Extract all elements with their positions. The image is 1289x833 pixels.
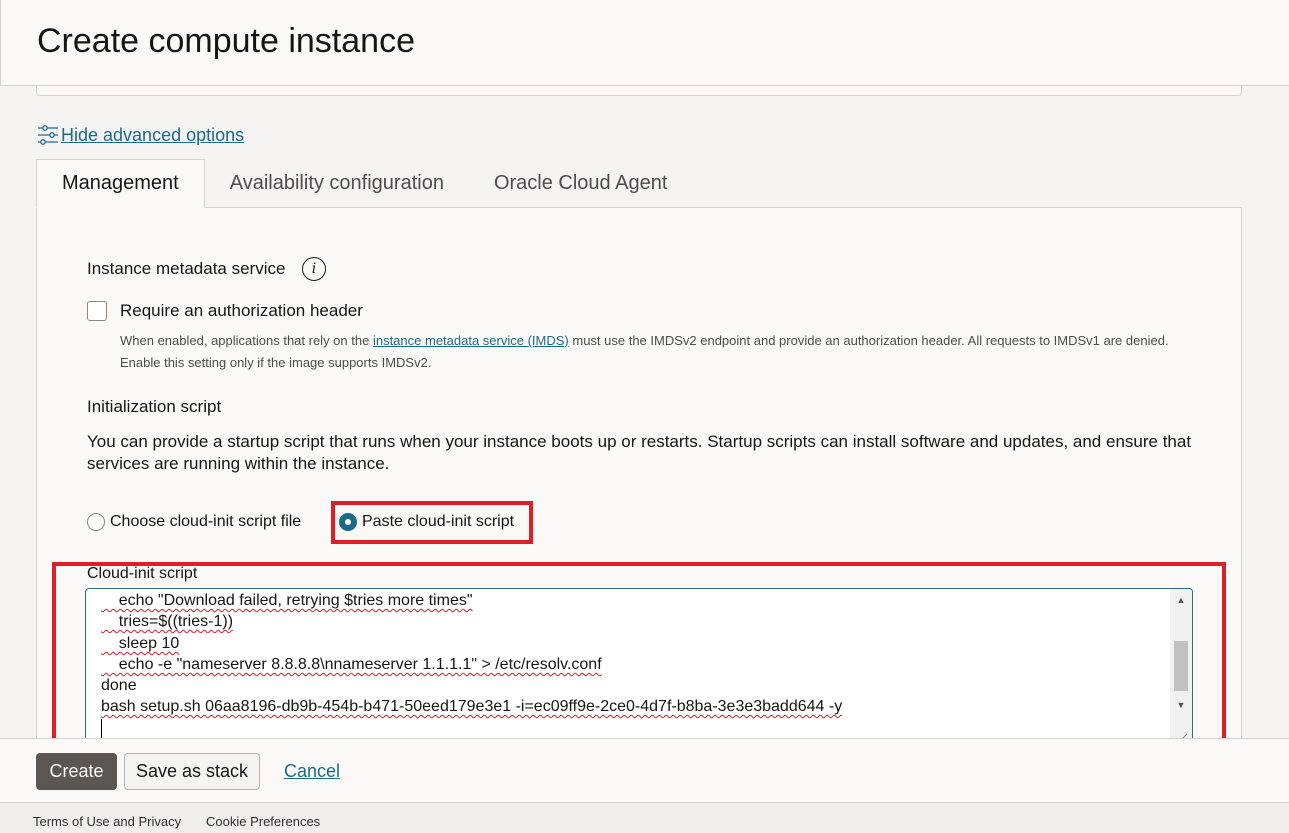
terms-link[interactable]: Terms of Use and Privacy: [33, 814, 181, 829]
radio-paste-script[interactable]: Paste cloud-init script: [339, 511, 514, 533]
radio-choose-file-button[interactable]: [87, 513, 105, 531]
scroll-up-arrow-icon[interactable]: ▲: [1170, 591, 1192, 609]
cloud-init-script-label: Cloud-init script: [87, 565, 198, 582]
cloud-init-script-textarea[interactable]: echo "Download failed, retrying $tries m…: [85, 588, 1193, 748]
require-auth-header-checkbox[interactable]: [87, 301, 107, 321]
text-caret: [101, 719, 102, 739]
imds-link[interactable]: instance metadata service (IMDS): [373, 333, 569, 348]
tab-management[interactable]: Management: [36, 159, 205, 208]
hide-advanced-options-link[interactable]: Hide advanced options: [61, 125, 244, 146]
textarea-scrollbar[interactable]: ▲ ▼: [1170, 589, 1192, 747]
cancel-button[interactable]: Cancel: [282, 753, 342, 790]
create-button[interactable]: Create: [36, 753, 117, 790]
radio-paste-script-label[interactable]: Paste cloud-init script: [362, 513, 514, 531]
info-icon[interactable]: i: [302, 257, 326, 281]
sliders-icon: [38, 125, 58, 145]
page-title: Create compute instance: [37, 22, 415, 60]
script-line: echo -e "nameserver 8.8.8.8\nnameserver …: [101, 656, 602, 673]
script-line: echo "Download failed, retrying $tries m…: [101, 592, 473, 609]
page: Create compute instance Hide advanced op…: [0, 0, 1289, 833]
require-auth-header-label[interactable]: Require an authorization header: [120, 301, 363, 321]
scroll-thumb[interactable]: [1174, 641, 1188, 691]
script-line: sleep 10: [101, 635, 180, 652]
script-line: done: [101, 677, 137, 694]
script-line: tries=$((tries-1)): [101, 613, 234, 630]
action-footer: Create Save as stack Cancel: [0, 738, 1289, 802]
tab-oracle-cloud-agent[interactable]: Oracle Cloud Agent: [469, 159, 692, 208]
imds-help-text: When enabled, applications that rely on …: [120, 330, 1200, 374]
radio-paste-script-button[interactable]: [339, 513, 357, 531]
scroll-down-arrow-icon[interactable]: ▼: [1170, 696, 1192, 714]
save-as-stack-button[interactable]: Save as stack: [124, 753, 260, 790]
tab-availability-configuration[interactable]: Availability configuration: [205, 159, 469, 208]
previous-section-panel: [36, 86, 1242, 96]
tab-bar: Management Availability configuration Or…: [36, 159, 692, 208]
metadata-service-heading: Instance metadata service: [87, 259, 286, 278]
initialization-script-heading: Initialization script: [87, 397, 222, 416]
radio-choose-file[interactable]: Choose cloud-init script file: [87, 511, 301, 533]
radio-choose-file-label[interactable]: Choose cloud-init script file: [110, 513, 301, 531]
help-text-start: When enabled, applications that rely on …: [120, 333, 373, 348]
initialization-script-description: You can provide a startup script that ru…: [87, 432, 1192, 473]
page-footer: Terms of Use and Privacy Cookie Preferen…: [0, 802, 1289, 833]
page-header: Create compute instance: [0, 0, 1289, 86]
hide-advanced-options-toggle[interactable]: Hide advanced options: [37, 123, 244, 147]
script-line: bash setup.sh 06aa8196-db9b-454b-b471-50…: [101, 698, 843, 715]
cookie-preferences-link[interactable]: Cookie Preferences: [206, 814, 320, 829]
